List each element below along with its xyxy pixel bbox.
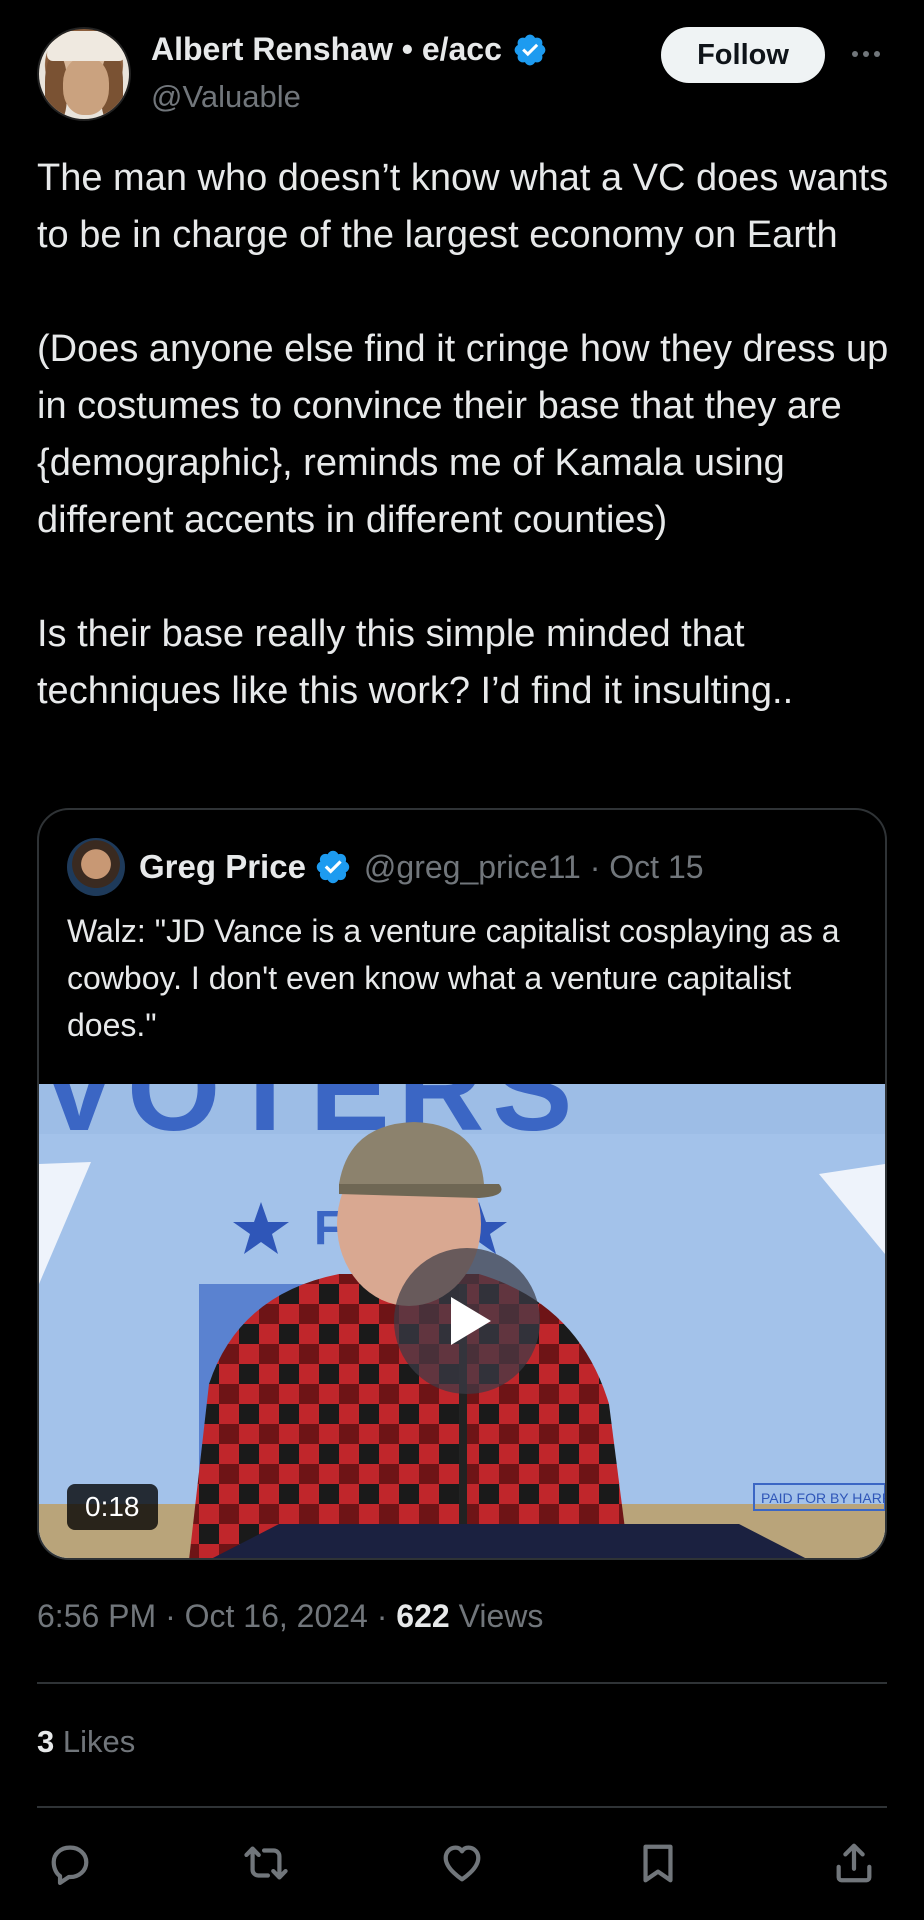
tweet-body: The man who doesn’t know what a VC does … xyxy=(37,150,897,720)
verified-badge-icon xyxy=(316,850,350,884)
bookmark-button[interactable] xyxy=(625,1830,691,1896)
like-icon xyxy=(443,1845,481,1882)
like-button[interactable] xyxy=(429,1830,495,1896)
tweet-header: Albert Renshaw • e/acc @Valuable Follow xyxy=(37,27,887,123)
tweet-date[interactable]: Oct 16, 2024 xyxy=(185,1598,368,1634)
quoted-author-name: Greg Price xyxy=(139,848,306,885)
divider xyxy=(37,1682,887,1684)
retweet-icon xyxy=(244,1846,288,1880)
video-duration-badge: 0:18 xyxy=(67,1484,158,1530)
author-handle[interactable]: @Valuable xyxy=(151,79,301,115)
retweet-button[interactable] xyxy=(233,1830,299,1896)
video-disclaimer: PAID FOR BY HARRIS F xyxy=(761,1490,885,1506)
bookmark-icon xyxy=(643,1844,673,1883)
tweet-meta: 6:56 PM · Oct 16, 2024 · 622 Views xyxy=(37,1598,544,1634)
verified-badge-icon xyxy=(514,34,546,65)
author-name-row: Albert Renshaw • e/acc xyxy=(151,31,548,68)
quoted-tweet-card[interactable]: Greg Price @greg_price11 · Oct 15 Walz: … xyxy=(37,808,887,1560)
divider xyxy=(37,1806,887,1808)
likes-count: 3 xyxy=(37,1724,55,1759)
quoted-tweet-header: Greg Price @greg_price11 · Oct 15 xyxy=(67,838,704,896)
quoted-author-avatar xyxy=(67,838,125,896)
author-name[interactable]: Albert Renshaw • e/acc xyxy=(151,31,502,68)
quoted-tweet-text: Walz: "JD Vance is a venture capitalist … xyxy=(67,913,840,1043)
tweet-paragraph: Is their base really this simple minded … xyxy=(37,613,794,712)
banner-text: VOTERS xyxy=(39,1084,580,1156)
quoted-tweet-date: Oct 15 xyxy=(609,848,704,885)
follow-button[interactable]: Follow xyxy=(661,27,825,83)
reply-button[interactable] xyxy=(37,1830,103,1896)
tweet-paragraph: The man who doesn’t know what a VC does … xyxy=(37,157,889,256)
more-options-icon[interactable] xyxy=(845,39,887,69)
views-label: Views xyxy=(458,1598,544,1634)
action-bar xyxy=(37,1830,887,1896)
likes-stat[interactable]: 3 Likes xyxy=(37,1724,135,1760)
quoted-author-handle: @greg_price11 · Oct 15 xyxy=(363,848,704,885)
share-button[interactable] xyxy=(821,1830,887,1896)
views-count: 622 xyxy=(396,1598,450,1634)
author-avatar[interactable] xyxy=(37,27,131,121)
play-icon xyxy=(451,1297,491,1345)
tweet-paragraph: (Does anyone else find it cringe how the… xyxy=(37,328,889,541)
tweet-time[interactable]: 6:56 PM xyxy=(37,1598,156,1634)
likes-label: Likes xyxy=(62,1724,136,1759)
video-player[interactable]: VOTERS F PAID FOR BY HAR 0:18 xyxy=(39,1084,885,1558)
reply-icon xyxy=(51,1845,89,1886)
share-icon xyxy=(836,1843,872,1883)
play-button[interactable] xyxy=(394,1248,540,1394)
